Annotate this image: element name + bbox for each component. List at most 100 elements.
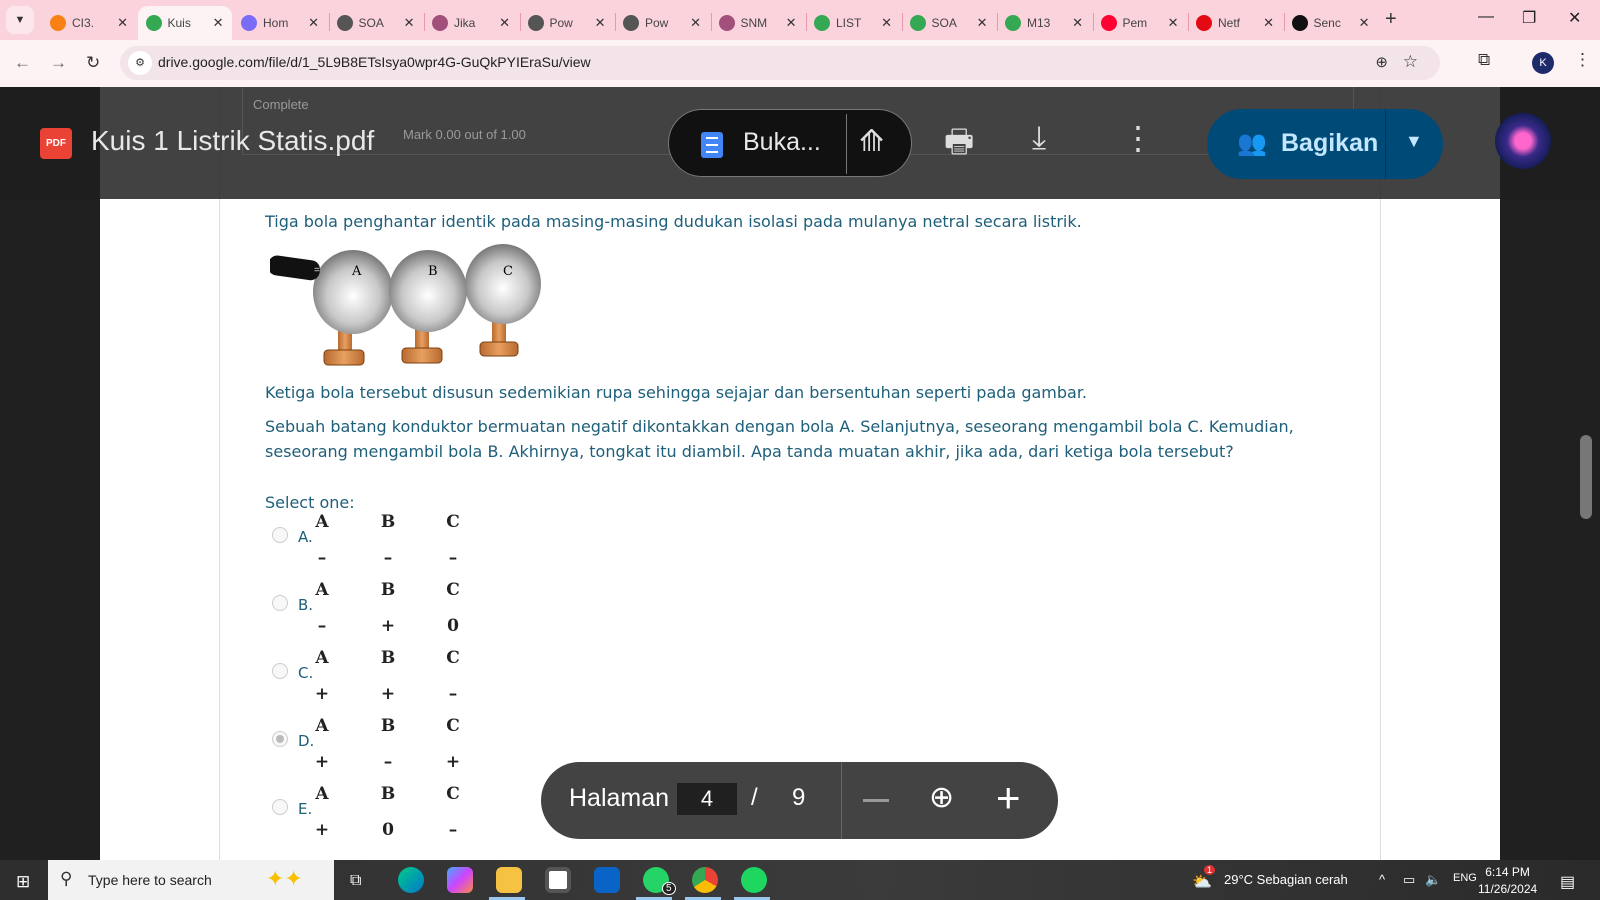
more-options-icon[interactable]: ⋮ — [1122, 119, 1154, 157]
tab-10[interactable]: SOA ✕ — [902, 6, 996, 40]
address-bar[interactable]: ⚙ drive.google.com/file/d/1_5L9B8ETsIsya… — [120, 46, 1440, 80]
taskbar-search[interactable]: ⚲ Type here to search ✦✦ — [48, 860, 334, 900]
show-hidden-icons[interactable]: ^ — [1379, 872, 1385, 887]
bookmark-star-icon[interactable]: ☆ — [1403, 52, 1418, 72]
tab-7[interactable]: Pow ✕ — [615, 6, 709, 40]
close-tab-icon[interactable]: ✕ — [499, 15, 510, 31]
profile-avatar[interactable]: K — [1532, 52, 1554, 74]
tab-4[interactable]: SOA ✕ — [329, 6, 423, 40]
tab-3[interactable]: Hom ✕ — [233, 6, 327, 40]
file-explorer-icon[interactable] — [496, 867, 522, 893]
account-avatar[interactable] — [1495, 113, 1551, 169]
open-with-button[interactable]: Buka... ⟰ — [668, 109, 912, 177]
answer-option-e[interactable]: E. A + B 0 C – — [270, 784, 470, 850]
close-window-button[interactable]: ✕ — [1568, 8, 1581, 28]
download-icon[interactable]: ⤓ — [1032, 119, 1046, 157]
share-dropdown-icon[interactable]: ▼ — [1405, 131, 1423, 152]
restore-button[interactable]: ❐ — [1522, 8, 1536, 28]
battery-icon[interactable]: ▭ — [1403, 872, 1415, 888]
volume-icon[interactable]: 🔈 — [1425, 872, 1441, 888]
radio-button[interactable] — [272, 799, 288, 815]
task-view-icon[interactable]: ⧉ — [350, 872, 361, 890]
sphere-label-a: A — [351, 264, 362, 279]
tab-14[interactable]: Senc ✕ — [1284, 6, 1378, 40]
moodle-icon — [50, 15, 66, 31]
zoom-icon[interactable]: ⊕ — [1375, 53, 1388, 71]
close-tab-icon[interactable]: ✕ — [1168, 15, 1179, 31]
tab-11[interactable]: M13 ✕ — [997, 6, 1091, 40]
site-info-icon[interactable]: ⚙ — [128, 51, 152, 75]
close-tab-icon[interactable]: ✕ — [595, 15, 606, 31]
minimize-button[interactable]: — — [1478, 8, 1494, 26]
outlook-icon[interactable] — [594, 867, 620, 893]
notifications-icon[interactable]: ▤ — [1560, 872, 1575, 892]
tab-9[interactable]: LIST ✕ — [806, 6, 900, 40]
tab-search-button[interactable]: ▼ — [6, 6, 34, 34]
weather-text[interactable]: 29°C Sebagian cerah — [1224, 872, 1348, 887]
clock-date: 11/26/2024 — [1478, 882, 1538, 896]
close-tab-icon[interactable]: ✕ — [308, 15, 319, 31]
tab-6[interactable]: Pow ✕ — [520, 6, 614, 40]
spotify-icon[interactable] — [741, 867, 767, 893]
weather-icon[interactable]: ⛅ — [1192, 872, 1212, 892]
radio-button[interactable] — [272, 663, 288, 679]
tab-12[interactable]: Pem ✕ — [1093, 6, 1187, 40]
close-tab-icon[interactable]: ✕ — [1072, 15, 1083, 31]
windows-start-icon[interactable]: ⊞ — [16, 872, 30, 892]
browser-menu-icon[interactable]: ⋮ — [1574, 50, 1591, 70]
share-button[interactable]: 👥 Bagikan ▼ — [1207, 109, 1443, 179]
tab-title: SOA — [358, 16, 384, 30]
column-header: B — [380, 580, 396, 600]
radio-button[interactable] — [272, 595, 288, 611]
tab-13[interactable]: Netf ✕ — [1188, 6, 1282, 40]
close-tab-icon[interactable]: ✕ — [213, 15, 224, 31]
copilot-icon[interactable] — [447, 867, 473, 893]
close-tab-icon[interactable]: ✕ — [404, 15, 415, 31]
add-to-drive-icon[interactable]: ⟰ — [859, 124, 884, 159]
zoom-out-button[interactable] — [863, 799, 889, 802]
chrome-icon[interactable] — [692, 867, 718, 893]
answer-option-a[interactable]: A. A – B – C – — [270, 512, 470, 578]
radio-button[interactable] — [272, 527, 288, 543]
close-tab-icon[interactable]: ✕ — [977, 15, 988, 31]
zoom-in-magnifier-icon[interactable]: ⊕ — [929, 780, 954, 815]
print-icon[interactable]: 🖶 — [944, 119, 974, 173]
extensions-icon[interactable]: ⧉ — [1478, 50, 1490, 70]
tab-divider — [1283, 13, 1285, 31]
microsoft-store-icon[interactable] — [545, 867, 571, 893]
url-text[interactable]: drive.google.com/file/d/1_5L9B8ETsIsya0w… — [158, 54, 591, 70]
reload-button[interactable]: ↻ — [86, 53, 100, 73]
weather-badge: 1 — [1204, 865, 1216, 875]
close-tab-icon[interactable]: ✕ — [1359, 15, 1370, 31]
radio-button[interactable] — [272, 731, 288, 747]
close-tab-icon[interactable]: ✕ — [690, 15, 701, 31]
close-tab-icon[interactable]: ✕ — [786, 15, 797, 31]
back-button[interactable]: ← — [14, 53, 31, 73]
zoom-in-button[interactable]: + — [996, 774, 1021, 822]
page-number-input[interactable]: 4 — [677, 783, 737, 815]
column-header: C — [446, 648, 460, 668]
tab-8[interactable]: SNM ✕ — [711, 6, 805, 40]
tab-2[interactable]: Kuis ✕ — [137, 6, 232, 40]
clock[interactable]: 6:14 PM 11/26/2024 — [1478, 864, 1537, 898]
tab-title: SNM — [740, 16, 768, 30]
tab-5[interactable]: Jika ✕ — [424, 6, 518, 40]
question-body: Sebuah batang konduktor bermuatan negati… — [265, 417, 1294, 461]
tab-1[interactable]: CI3. ✕ — [42, 6, 136, 40]
answer-option-b[interactable]: B. A – B + C 0 — [270, 580, 470, 646]
close-tab-icon[interactable]: ✕ — [117, 15, 128, 31]
sphere-c — [465, 244, 541, 324]
scrollbar-thumb[interactable] — [1580, 435, 1592, 519]
close-tab-icon[interactable]: ✕ — [881, 15, 892, 31]
column-header: B — [380, 648, 396, 668]
language-indicator[interactable]: ENG — [1453, 872, 1477, 884]
forward-button[interactable]: → — [50, 53, 67, 73]
people-icon: 👥 — [1237, 130, 1267, 157]
close-tab-icon[interactable]: ✕ — [1263, 15, 1274, 31]
charge-sign: 0 — [447, 616, 459, 636]
edge-icon[interactable] — [398, 867, 424, 893]
answer-option-c[interactable]: C. A + B + C – — [270, 648, 470, 714]
new-tab-button[interactable]: + — [1385, 8, 1397, 31]
tab-title: Netf — [1218, 16, 1241, 30]
answer-option-d[interactable]: D. A + B – C + — [270, 716, 470, 782]
